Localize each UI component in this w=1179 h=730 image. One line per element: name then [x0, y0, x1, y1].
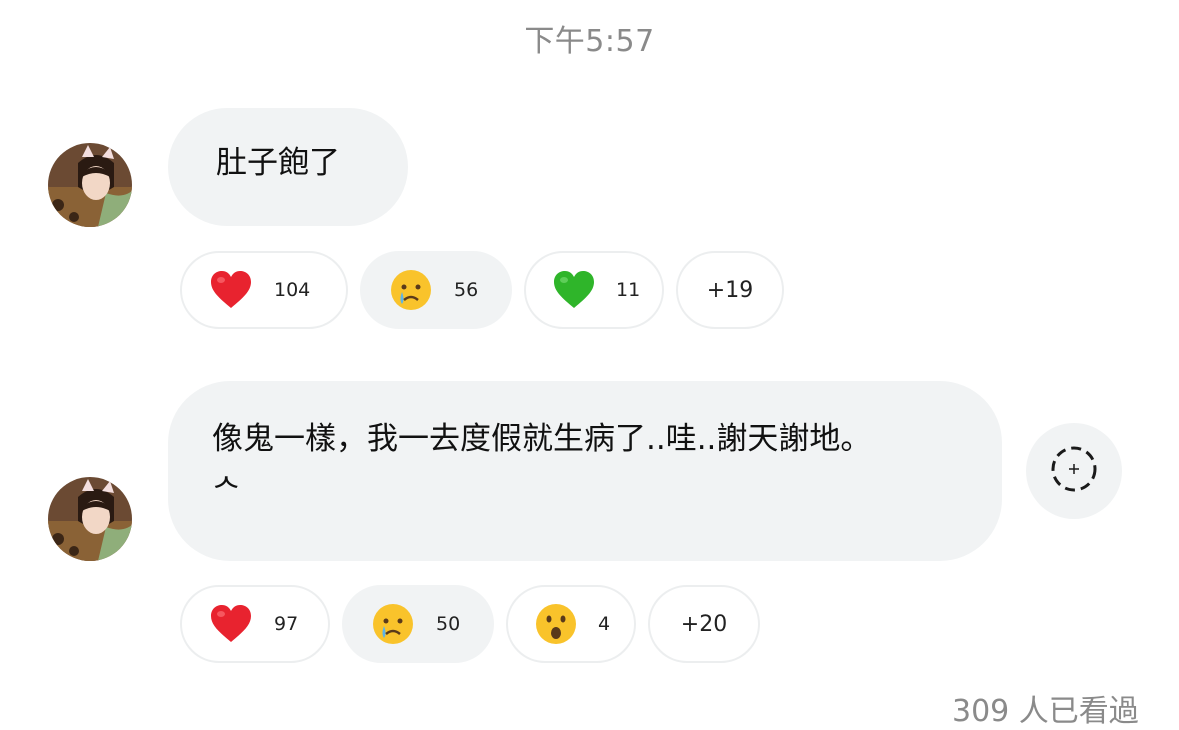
reaction-red-heart[interactable]: 104 [180, 251, 348, 329]
reaction-count: 50 [436, 613, 461, 635]
green-heart-icon [552, 267, 596, 313]
reaction-bar: 97 50 4 +20 [180, 585, 760, 663]
reaction-count: 104 [274, 279, 311, 301]
sender-avatar[interactable] [48, 143, 132, 227]
more-reactions-button[interactable]: +20 [648, 585, 760, 663]
sender-avatar[interactable] [48, 477, 132, 561]
reaction-bar: 104 56 11 +19 [180, 251, 784, 329]
message-text-line: 像鬼一樣，我一去度假就生病了..哇..謝天謝地。 [212, 421, 872, 457]
reaction-count: 97 [274, 613, 299, 635]
add-reaction-button[interactable] [1026, 423, 1122, 519]
add-reaction-icon [1049, 444, 1099, 498]
reaction-crying-face[interactable]: 56 [360, 251, 512, 329]
message-text: 肚子飽了 [216, 145, 340, 181]
reaction-red-heart[interactable]: 97 [180, 585, 330, 663]
more-reactions-button[interactable]: +19 [676, 251, 784, 329]
reaction-crying-face[interactable]: 50 [342, 585, 494, 663]
more-reactions-count: +20 [680, 611, 728, 637]
crying-face-icon [388, 267, 434, 313]
red-heart-icon [208, 267, 254, 313]
more-reactions-count: +19 [706, 277, 754, 303]
message-text-line: ᄉ [212, 473, 241, 509]
reaction-count: 56 [454, 279, 479, 301]
message-timestamp: 下午5:57 [524, 24, 655, 59]
reaction-count: 4 [598, 613, 611, 635]
red-heart-icon [208, 601, 254, 647]
surprised-face-icon [534, 601, 578, 647]
reaction-green-heart[interactable]: 11 [524, 251, 664, 329]
seen-count: 309 人已看過 [952, 694, 1139, 729]
reaction-surprised-face[interactable]: 4 [506, 585, 636, 663]
reaction-count: 11 [616, 279, 641, 301]
crying-face-icon [370, 601, 416, 647]
message-bubble[interactable]: 肚子飽了 [168, 108, 408, 226]
message-bubble[interactable]: 像鬼一樣，我一去度假就生病了..哇..謝天謝地。 ᄉ [168, 381, 1002, 561]
